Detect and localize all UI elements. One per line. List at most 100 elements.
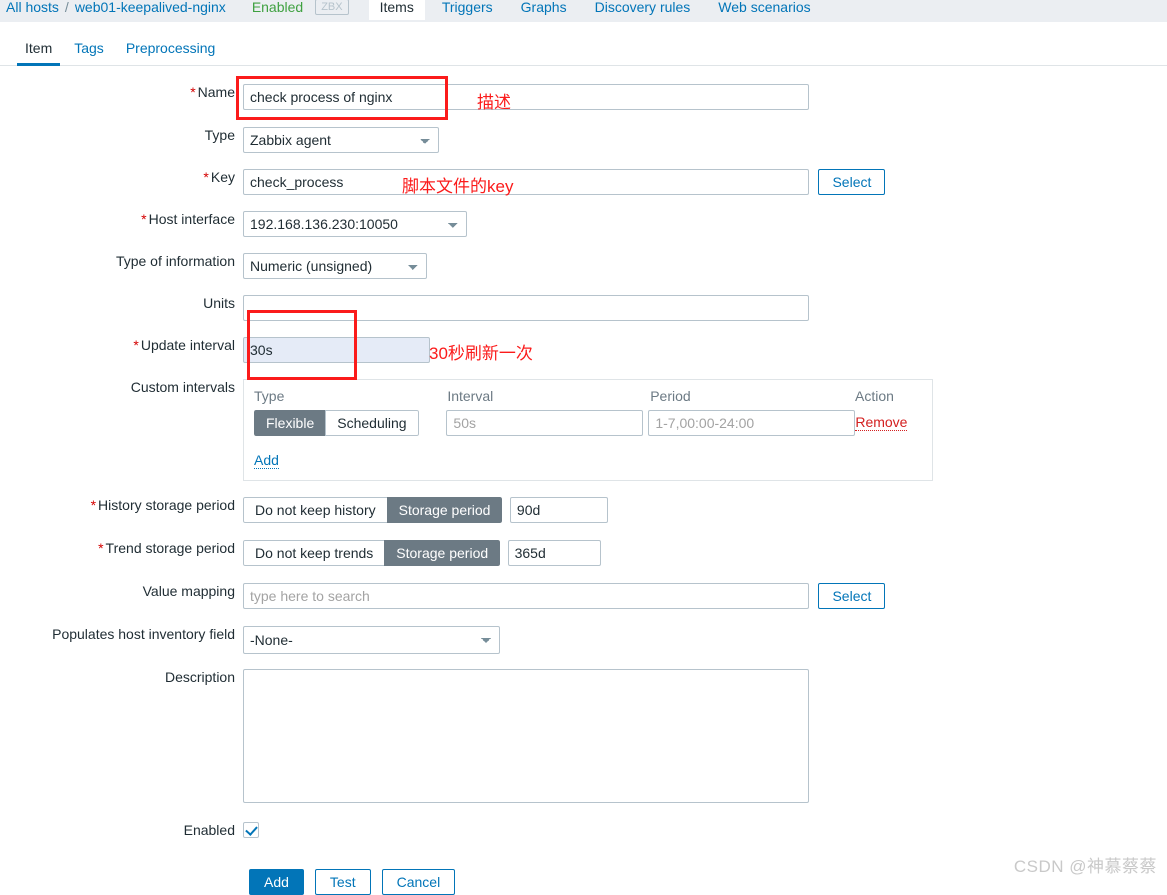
custom-intervals-header-row: Type Interval Period Action [254,388,922,404]
history-storage-period-input[interactable] [510,497,608,523]
field-history-storage-period: Do not keep history Storage period [243,497,608,523]
required-marker: * [141,211,146,227]
key-input[interactable] [243,169,809,195]
remove-interval-link[interactable]: Remove [855,415,907,431]
field-description [243,669,809,808]
custom-intervals-table: Type Interval Period Action Flexible Sch… [243,379,933,481]
field-trend-storage-period: Do not keep trends Storage period [243,540,601,566]
trend-storage-segmented-control: Do not keep trends Storage period [243,540,500,566]
nav-item-discovery-rules[interactable]: Discovery rules [584,0,702,20]
name-input[interactable] [243,84,809,110]
inventory-field-select[interactable]: -None- [243,626,500,654]
field-type: Zabbix agent [243,127,439,153]
custom-interval-input[interactable] [446,410,643,436]
nav-item-web-scenarios[interactable]: Web scenarios [707,0,821,20]
label-type-of-information: Type of information [0,253,243,269]
custom-interval-period-cell [648,410,855,436]
add-interval-link[interactable]: Add [254,453,279,469]
column-header-type: Type [254,388,447,404]
label-description: Description [0,669,243,685]
field-row-units: Units [0,295,1167,321]
custom-intervals-add-row: Add [254,452,922,470]
breadcrumb-separator: / [65,0,69,15]
field-row-trend-storage-period: *Trend storage period Do not keep trends… [0,540,1167,566]
item-configuration-form: *Name Type Zabbix agent *Key Select *Hos… [0,66,1167,843]
label-custom-intervals: Custom intervals [0,379,243,395]
key-select-button[interactable]: Select [818,169,885,195]
field-enabled [243,822,259,843]
nav-item-triggers[interactable]: Triggers [431,0,504,20]
cancel-button[interactable]: Cancel [382,869,456,895]
host-interface-select[interactable]: 192.168.136.230:10050 [243,211,467,237]
value-mapping-select-button[interactable]: Select [818,583,885,609]
breadcrumb-all-hosts[interactable]: All hosts [6,0,59,15]
field-row-value-mapping: Value mapping Select [0,583,1167,609]
field-update-interval [243,337,430,363]
label-update-interval: *Update interval [0,337,243,353]
description-textarea[interactable] [243,669,809,803]
field-row-custom-intervals: Custom intervals Type Interval Period Ac… [0,379,1167,481]
label-name: *Name [0,84,243,100]
watermark: CSDN @神慕蔡蔡 [1014,852,1157,877]
history-storage-segmented-control: Do not keep history Storage period [243,497,502,523]
type-select[interactable]: Zabbix agent [243,127,439,153]
required-marker: * [91,497,96,513]
field-row-key: *Key Select [0,169,1167,195]
do-not-keep-history-button[interactable]: Do not keep history [243,497,388,523]
label-history-storage-period: *History storage period [0,497,243,513]
host-status-badge[interactable]: Enabled [252,0,303,15]
label-inventory-field: Populates host inventory field [0,626,243,642]
required-marker: * [133,337,138,353]
top-navigation-bar: All hosts / web01-keepalived-nginx Enabl… [0,0,1167,22]
field-row-description: Description [0,669,1167,808]
custom-interval-period-input[interactable] [648,410,855,436]
value-mapping-input[interactable] [243,583,809,609]
column-header-period: Period [650,388,855,404]
tab-tags[interactable]: Tags [63,40,115,65]
field-name [243,84,809,110]
do-not-keep-trends-button[interactable]: Do not keep trends [243,540,385,566]
custom-interval-type-toggle: Flexible Scheduling [254,410,446,436]
type-of-information-select[interactable]: Numeric (unsigned) [243,253,427,279]
interval-type-segmented-control: Flexible Scheduling [254,410,419,436]
interval-type-scheduling-button[interactable]: Scheduling [325,410,418,436]
column-header-interval: Interval [447,388,650,404]
custom-interval-interval-cell [446,410,648,436]
required-marker: * [190,84,195,100]
field-custom-intervals: Type Interval Period Action Flexible Sch… [243,379,933,481]
field-units [243,295,809,321]
label-type: Type [0,127,243,143]
nav-item-items[interactable]: Items [369,0,425,20]
trend-storage-period-input[interactable] [508,540,601,566]
field-row-history-storage-period: *History storage period Do not keep hist… [0,497,1167,523]
field-host-interface: 192.168.136.230:10050 [243,211,467,237]
units-input[interactable] [243,295,809,321]
custom-intervals-row: Flexible Scheduling Remove [254,410,922,436]
field-row-enabled: Enabled [0,822,1167,843]
add-button[interactable]: Add [249,869,304,895]
field-row-type-of-information: Type of information Numeric (unsigned) [0,253,1167,279]
interval-type-flexible-button[interactable]: Flexible [254,410,326,436]
trend-storage-period-button[interactable]: Storage period [384,540,500,566]
host-section-nav: Items Triggers Graphs Discovery rules We… [369,0,828,20]
field-value-mapping: Select [243,583,885,609]
custom-interval-action-cell: Remove [855,414,922,432]
field-row-update-interval: *Update interval [0,337,1167,363]
enabled-checkbox[interactable] [243,822,259,838]
label-host-interface: *Host interface [0,211,243,227]
required-marker: * [203,169,208,185]
field-row-inventory-field: Populates host inventory field -None- [0,626,1167,654]
history-storage-period-button[interactable]: Storage period [387,497,503,523]
field-key: Select [243,169,885,195]
tab-preprocessing[interactable]: Preprocessing [115,40,227,65]
form-action-buttons: Add Test Cancel [249,869,455,895]
item-form-tabs: Item Tags Preprocessing [0,22,1167,66]
nav-item-graphs[interactable]: Graphs [510,0,578,20]
column-header-action: Action [855,388,922,404]
tab-item[interactable]: Item [14,40,63,65]
label-trend-storage-period: *Trend storage period [0,540,243,556]
update-interval-input[interactable] [243,337,430,363]
label-value-mapping: Value mapping [0,583,243,599]
test-button[interactable]: Test [315,869,371,895]
breadcrumb-host-name[interactable]: web01-keepalived-nginx [75,0,226,15]
